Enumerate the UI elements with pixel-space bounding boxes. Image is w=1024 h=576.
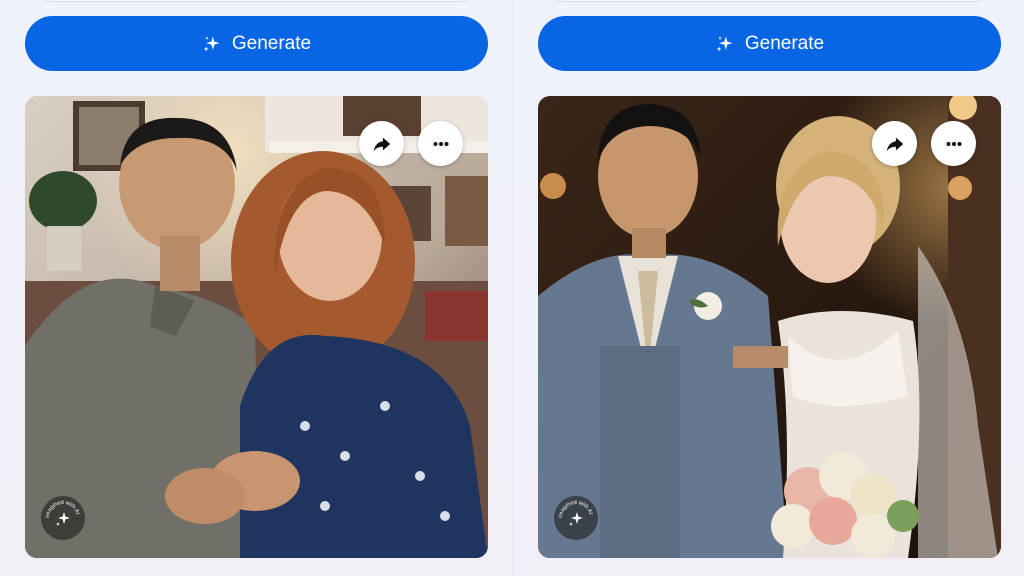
ai-watermark: Imagined with AI — [41, 496, 85, 540]
generated-image — [538, 96, 1001, 558]
ai-watermark: Imagined with AI — [554, 496, 598, 540]
share-arrow-icon — [886, 137, 903, 151]
more-horizontal-icon — [945, 141, 962, 146]
share-button[interactable] — [359, 121, 404, 166]
more-options-button[interactable] — [418, 121, 463, 166]
svg-text:Imagined with AI: Imagined with AI — [45, 500, 81, 518]
prompt-input[interactable] — [549, 0, 989, 2]
generated-image-card[interactable]: Imagined with AI — [25, 96, 488, 558]
generated-image-card[interactable]: Imagined with AI — [538, 96, 1001, 558]
svg-text:Imagined with AI: Imagined with AI — [558, 500, 594, 518]
sparkles-icon — [716, 36, 733, 51]
generate-label: Generate — [231, 32, 312, 54]
generated-image — [25, 96, 488, 558]
share-arrow-icon — [373, 137, 390, 151]
watermark-text: Imagined with AI — [45, 500, 81, 518]
watermark-text: Imagined with AI — [558, 500, 594, 518]
screen: Generate Imagined with AI Generate Imagi… — [0, 0, 1024, 576]
left-panel: Generate Imagined with AI — [0, 0, 512, 576]
prompt-input[interactable] — [36, 0, 476, 2]
more-options-button[interactable] — [931, 121, 976, 166]
right-panel: Generate Imagined with AI — [512, 0, 1024, 576]
generate-button[interactable]: Generate — [538, 16, 1001, 71]
ai-sparkle-icon: Imagined with AI — [558, 500, 594, 526]
generate-label: Generate — [744, 32, 825, 54]
ai-sparkle-icon: Imagined with AI — [45, 500, 81, 526]
sparkles-icon — [203, 36, 220, 51]
share-button[interactable] — [872, 121, 917, 166]
generate-button[interactable]: Generate — [25, 16, 488, 71]
more-horizontal-icon — [432, 141, 449, 146]
